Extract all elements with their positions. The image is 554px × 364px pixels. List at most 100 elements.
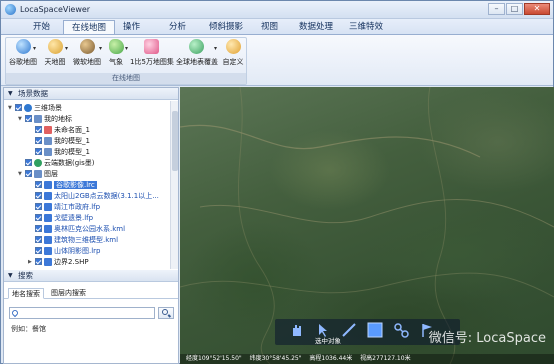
tree-item-point-cloud[interactable]: 太阳山2GB点云数据(3.1.1以上... xyxy=(35,191,159,201)
tree-checkbox[interactable] xyxy=(35,148,42,155)
tree-checkbox[interactable] xyxy=(35,258,42,265)
map-view[interactable]: 选中对象 微信号: LocaSpace 经度109°52'15.50" 纬度30… xyxy=(180,87,554,364)
search-icon xyxy=(162,309,168,315)
ribbon: ▾ 谷歌地图 ▾ 天地图 ▾ 微软地图 ▾ 气象 1比5万地图集 ▾ 全球地表覆… xyxy=(1,34,553,86)
google-map-button[interactable]: ▾ 谷歌地图 xyxy=(8,39,38,71)
lfp-icon xyxy=(44,214,52,222)
tool-caption: 选中对象 xyxy=(315,337,341,345)
tree-checkbox[interactable] xyxy=(25,159,32,166)
tree-checkbox[interactable] xyxy=(35,247,42,254)
rectangle-icon[interactable] xyxy=(367,322,383,338)
close-button[interactable]: ✕ xyxy=(524,3,550,15)
collapse-arrow-icon: ▼ xyxy=(8,90,13,97)
tab-layer-search[interactable]: 图层内搜索 xyxy=(48,288,89,299)
folder-icon xyxy=(34,115,42,123)
tab-data-processing[interactable]: 数据处理 xyxy=(291,20,341,34)
tree-checkbox[interactable] xyxy=(35,126,42,133)
line-icon[interactable] xyxy=(341,322,357,338)
tab-oblique-photo[interactable]: 倾斜摄影 xyxy=(201,20,251,34)
search-tabs: 地名搜索 图层内搜索 xyxy=(4,287,178,299)
app-logo-icon xyxy=(5,4,16,15)
search-example: 例如：餐馆 xyxy=(11,325,46,333)
status-bar: 经度109°52'15.50" 纬度30°58'45.25" 高程1036.44… xyxy=(180,354,554,364)
tianditu-button[interactable]: ▾ 天地图 xyxy=(42,39,68,71)
minimize-button[interactable]: – xyxy=(488,3,505,15)
tree-item-buildings[interactable]: 建筑物三维模型.kml xyxy=(35,235,118,245)
tree-checkbox[interactable] xyxy=(35,192,42,199)
tab-start[interactable]: 开始 xyxy=(25,20,58,34)
hand-pan-icon[interactable] xyxy=(289,322,305,338)
tree-item-3d-scene[interactable]: ▼ 三维场景 xyxy=(8,103,62,113)
tree-item-hillshade[interactable]: 山体阴影图.lrp xyxy=(35,246,101,256)
search-header[interactable]: ▼ 搜索 xyxy=(4,270,178,282)
location-pin-icon xyxy=(10,308,20,318)
polygon-icon xyxy=(44,126,52,134)
tree-item-google-imagery[interactable]: 谷歌影像.lrc xyxy=(35,180,97,190)
latitude-readout: 纬度30°58'45.25" xyxy=(249,355,302,362)
online-map-group: ▾ 谷歌地图 ▾ 天地图 ▾ 微软地图 ▾ 气象 1比5万地图集 ▾ 全球地表覆… xyxy=(5,37,247,85)
tree-scrollbar[interactable] xyxy=(170,101,178,269)
tree-item-jingjiang[interactable]: 靖江市政府.lfp xyxy=(35,202,100,212)
tree-item-layers[interactable]: ▼ 图层 xyxy=(18,169,58,179)
shp-icon xyxy=(44,258,52,266)
tree-checkbox[interactable] xyxy=(35,181,42,188)
tree-item-my-model-b[interactable]: 我的模型_1 xyxy=(35,147,90,157)
microsoft-map-button[interactable]: ▾ 微软地图 xyxy=(72,39,102,71)
maximize-button[interactable]: □ xyxy=(506,3,523,15)
weather-icon xyxy=(108,39,124,54)
scrollbar-thumb[interactable] xyxy=(172,111,178,171)
cloud-icon xyxy=(34,159,42,167)
tab-view[interactable]: 视图 xyxy=(253,20,286,34)
tab-analysis[interactable]: 分析 xyxy=(161,20,194,34)
layers-icon xyxy=(34,170,42,178)
tianditu-icon xyxy=(47,39,63,54)
globe-google-icon xyxy=(15,39,31,54)
map-atlas-icon xyxy=(143,39,159,54)
expand-toggle-icon[interactable]: ▼ xyxy=(18,169,25,179)
tree-checkbox[interactable] xyxy=(25,115,32,122)
app-window: LocaSpaceViewer – □ ✕ 开始 在线地图 操作 分析 倾斜摄影… xyxy=(0,0,554,364)
altitude-readout: 高程1036.44米 xyxy=(309,355,353,362)
kml-icon xyxy=(44,236,52,244)
globe-icon xyxy=(24,104,32,112)
land-cover-button[interactable]: ▾ 全球地表覆盖 xyxy=(176,39,218,71)
path-icon[interactable] xyxy=(393,322,409,338)
tree-checkbox[interactable] xyxy=(15,104,22,111)
view-height-readout: 视高277127.10米 xyxy=(360,355,411,362)
tab-3d-effects[interactable]: 三维特效 xyxy=(341,20,391,34)
tree-item-my-landmarks[interactable]: ▼ 我的地标 xyxy=(18,114,72,124)
tree-checkbox[interactable] xyxy=(35,137,42,144)
search-button[interactable] xyxy=(158,307,174,319)
menu-bar: 开始 在线地图 操作 分析 倾斜摄影 视图 数据处理 三维特效 xyxy=(1,19,553,36)
search-input[interactable] xyxy=(20,308,152,318)
tree-item-unnamed-polygon[interactable]: 未命名面_1 xyxy=(35,125,90,135)
longitude-readout: 经度109°52'15.50" xyxy=(186,355,242,362)
land-cover-icon xyxy=(188,39,204,54)
pointcloud-icon xyxy=(44,192,52,200)
kml-icon xyxy=(44,225,52,233)
tab-operate[interactable]: 操作 xyxy=(115,20,148,34)
expand-toggle-icon[interactable]: ▼ xyxy=(18,114,25,124)
tree-checkbox[interactable] xyxy=(35,236,42,243)
tree-item-olympic-water[interactable]: 奥林匹克公园水系.kml xyxy=(35,224,125,234)
tab-place-search[interactable]: 地名搜索 xyxy=(8,288,44,299)
custom-map-button[interactable]: 自定义 xyxy=(222,39,244,71)
search-field[interactable] xyxy=(9,307,155,319)
scene-tree: ▼ 三维场景 ▼ 我的地标 未命名面_1 我的模型_1 我的模型_1 云端数据(gi… xyxy=(4,101,170,269)
expand-toggle-icon[interactable]: ▼ xyxy=(8,103,15,113)
microsoft-map-icon xyxy=(79,39,95,54)
tree-checkbox[interactable] xyxy=(25,170,32,177)
tree-item-cloud-data[interactable]: 云端数据(gis墨) xyxy=(25,158,95,168)
tree-item-boundary[interactable]: ▶ 边界2.SHP xyxy=(28,257,89,267)
ribbon-group-caption: 在线地图 xyxy=(6,73,246,84)
collapse-arrow-icon: ▼ xyxy=(8,272,13,279)
scene-data-header[interactable]: ▼ 场景数据 xyxy=(4,88,178,100)
tree-checkbox[interactable] xyxy=(35,214,42,221)
expand-toggle-icon[interactable]: ▶ xyxy=(28,257,35,267)
weather-button[interactable]: ▾ 气象 xyxy=(106,39,128,71)
tree-item-gobi[interactable]: 戈壁遗景.lfp xyxy=(35,213,93,223)
tree-checkbox[interactable] xyxy=(35,225,42,232)
map-atlas-button[interactable]: 1比5万地图集 xyxy=(130,39,174,71)
tree-checkbox[interactable] xyxy=(35,203,42,210)
tree-item-my-model-a[interactable]: 我的模型_1 xyxy=(35,136,90,146)
